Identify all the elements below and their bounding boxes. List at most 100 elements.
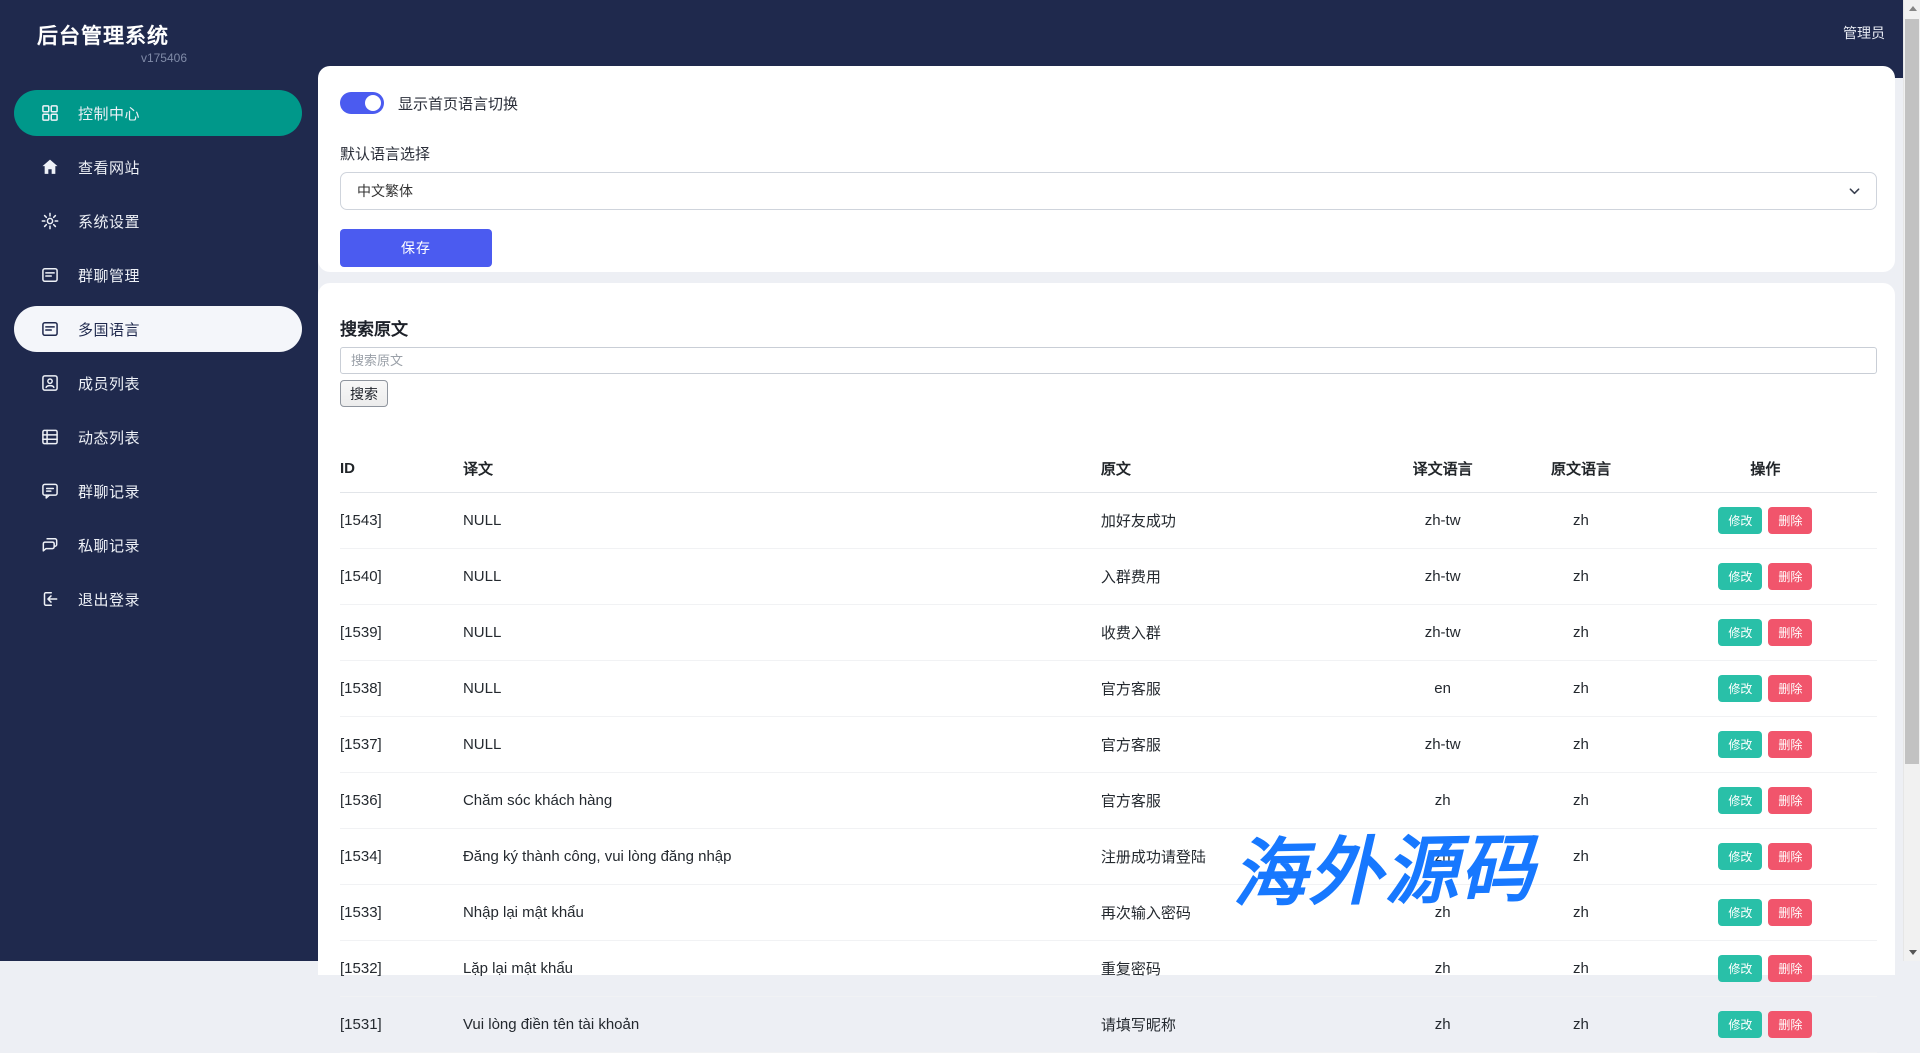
vertical-scrollbar[interactable] — [1903, 0, 1920, 961]
app-brand: 后台管理系统 v175406 — [0, 0, 318, 65]
sidebar-item-10[interactable]: 退出登录 — [14, 576, 302, 622]
sidebar-item-2[interactable]: 查看网站 — [14, 144, 302, 190]
row-translation: Chăm sóc khách hàng — [463, 773, 1101, 829]
delete-button[interactable]: 删除 — [1768, 787, 1812, 814]
row-translation: Lặp lại mật khẩu — [463, 941, 1101, 997]
members-icon — [40, 373, 60, 393]
column-header: 译文语言 — [1385, 445, 1508, 493]
delete-button[interactable]: 删除 — [1768, 563, 1812, 590]
table-row: [1534]Đăng ký thành công, vui lòng đăng … — [340, 829, 1877, 885]
delete-button[interactable]: 删除 — [1768, 843, 1812, 870]
edit-button[interactable]: 修改 — [1718, 731, 1762, 758]
sidebar-item-4[interactable]: 群聊管理 — [14, 252, 302, 298]
default-language-label: 默认语言选择 — [340, 143, 1877, 164]
row-actions: 修改删除 — [1662, 549, 1877, 605]
edit-button[interactable]: 修改 — [1718, 619, 1762, 646]
group-chat-log-icon — [40, 481, 60, 501]
row-translation-language: zh — [1385, 885, 1508, 941]
dashboard-icon — [40, 103, 60, 123]
sidebar-item-5[interactable]: 多国语言 — [14, 306, 302, 352]
delete-button[interactable]: 删除 — [1768, 619, 1812, 646]
row-translation: NULL — [463, 717, 1101, 773]
sidebar-item-7[interactable]: 动态列表 — [14, 414, 302, 460]
row-actions: 修改删除 — [1662, 605, 1877, 661]
scroll-down-arrow[interactable] — [1904, 944, 1920, 961]
scrollbar-thumb[interactable] — [1905, 19, 1919, 764]
delete-button[interactable]: 删除 — [1768, 899, 1812, 926]
default-language-select[interactable]: 中文繁体 — [340, 172, 1877, 210]
chevron-down-icon — [1849, 186, 1860, 197]
sidebar-item-label: 成员列表 — [78, 373, 140, 394]
edit-button[interactable]: 修改 — [1718, 955, 1762, 982]
feed-list-icon — [40, 427, 60, 447]
sidebar-item-9[interactable]: 私聊记录 — [14, 522, 302, 568]
sidebar-item-1[interactable]: 控制中心 — [14, 90, 302, 136]
sidebar-item-8[interactable]: 群聊记录 — [14, 468, 302, 514]
row-translation-language: zh — [1385, 829, 1508, 885]
column-header: 原文 — [1101, 445, 1385, 493]
row-original-language: zh — [1508, 493, 1662, 549]
sidebar-item-6[interactable]: 成员列表 — [14, 360, 302, 406]
row-original: 官方客服 — [1101, 661, 1385, 717]
app-version: v175406 — [37, 51, 187, 65]
column-header: 原文语言 — [1508, 445, 1662, 493]
row-original: 加好友成功 — [1101, 493, 1385, 549]
delete-button[interactable]: 删除 — [1768, 1011, 1812, 1038]
table-row: [1540]NULL入群费用zh-twzh修改删除 — [340, 549, 1877, 605]
row-translation: NULL — [463, 605, 1101, 661]
sidebar-item-label: 私聊记录 — [78, 535, 140, 556]
logout-icon — [40, 589, 60, 609]
table-row: [1536]Chăm sóc khách hàng官方客服zhzh修改删除 — [340, 773, 1877, 829]
column-header: ID — [340, 445, 463, 493]
edit-button[interactable]: 修改 — [1718, 675, 1762, 702]
row-translation-language: zh — [1385, 997, 1508, 1053]
row-id: [1543] — [340, 493, 463, 549]
delete-button[interactable]: 删除 — [1768, 955, 1812, 982]
row-translation-language: zh — [1385, 773, 1508, 829]
main-area: 管理员 显示首页语言切换 默认语言选择 中文繁体 保存 搜索原文 搜索 ID译文… — [318, 0, 1903, 961]
sidebar-item-label: 退出登录 — [78, 589, 140, 610]
row-original-language: zh — [1508, 885, 1662, 941]
table-header-row: ID译文原文译文语言原文语言操作 — [340, 445, 1877, 493]
row-original: 请填写昵称 — [1101, 997, 1385, 1053]
delete-button[interactable]: 删除 — [1768, 507, 1812, 534]
row-translation-language: zh-tw — [1385, 549, 1508, 605]
row-original: 入群费用 — [1101, 549, 1385, 605]
edit-button[interactable]: 修改 — [1718, 787, 1762, 814]
row-original: 官方客服 — [1101, 773, 1385, 829]
row-translation: NULL — [463, 549, 1101, 605]
table-row: [1532]Lặp lại mật khẩu重复密码zhzh修改删除 — [340, 941, 1877, 997]
save-button[interactable]: 保存 — [340, 229, 492, 267]
edit-button[interactable]: 修改 — [1718, 563, 1762, 590]
sidebar-item-label: 系统设置 — [78, 211, 140, 232]
sidebar-item-3[interactable]: 系统设置 — [14, 198, 302, 244]
edit-button[interactable]: 修改 — [1718, 899, 1762, 926]
row-translation-language: zh-tw — [1385, 493, 1508, 549]
admin-user-menu[interactable]: 管理员 — [1843, 23, 1885, 43]
delete-button[interactable]: 删除 — [1768, 731, 1812, 758]
language-settings-card: 显示首页语言切换 默认语言选择 中文繁体 保存 — [318, 66, 1895, 272]
search-button[interactable]: 搜索 — [340, 380, 388, 407]
scroll-up-arrow[interactable] — [1904, 0, 1920, 17]
row-translation-language: en — [1385, 661, 1508, 717]
home-icon — [40, 157, 60, 177]
table-row: [1538]NULL官方客服enzh修改删除 — [340, 661, 1877, 717]
row-original: 再次输入密码 — [1101, 885, 1385, 941]
row-id: [1531] — [340, 997, 463, 1053]
edit-button[interactable]: 修改 — [1718, 507, 1762, 534]
row-translation-language: zh-tw — [1385, 605, 1508, 661]
edit-button[interactable]: 修改 — [1718, 843, 1762, 870]
delete-button[interactable]: 删除 — [1768, 675, 1812, 702]
search-input[interactable] — [340, 347, 1877, 374]
homepage-language-toggle[interactable] — [340, 92, 384, 114]
row-original-language: zh — [1508, 941, 1662, 997]
row-original-language: zh — [1508, 997, 1662, 1053]
sidebar-nav: 控制中心查看网站系统设置群聊管理多国语言成员列表动态列表群聊记录私聊记录退出登录 — [0, 90, 318, 622]
row-original: 重复密码 — [1101, 941, 1385, 997]
edit-button[interactable]: 修改 — [1718, 1011, 1762, 1038]
row-actions: 修改删除 — [1662, 941, 1877, 997]
translations-table: ID译文原文译文语言原文语言操作 [1543]NULL加好友成功zh-twzh修… — [340, 445, 1877, 1053]
row-id: [1537] — [340, 717, 463, 773]
toggle-knob — [365, 95, 381, 111]
search-heading: 搜索原文 — [340, 315, 1877, 340]
